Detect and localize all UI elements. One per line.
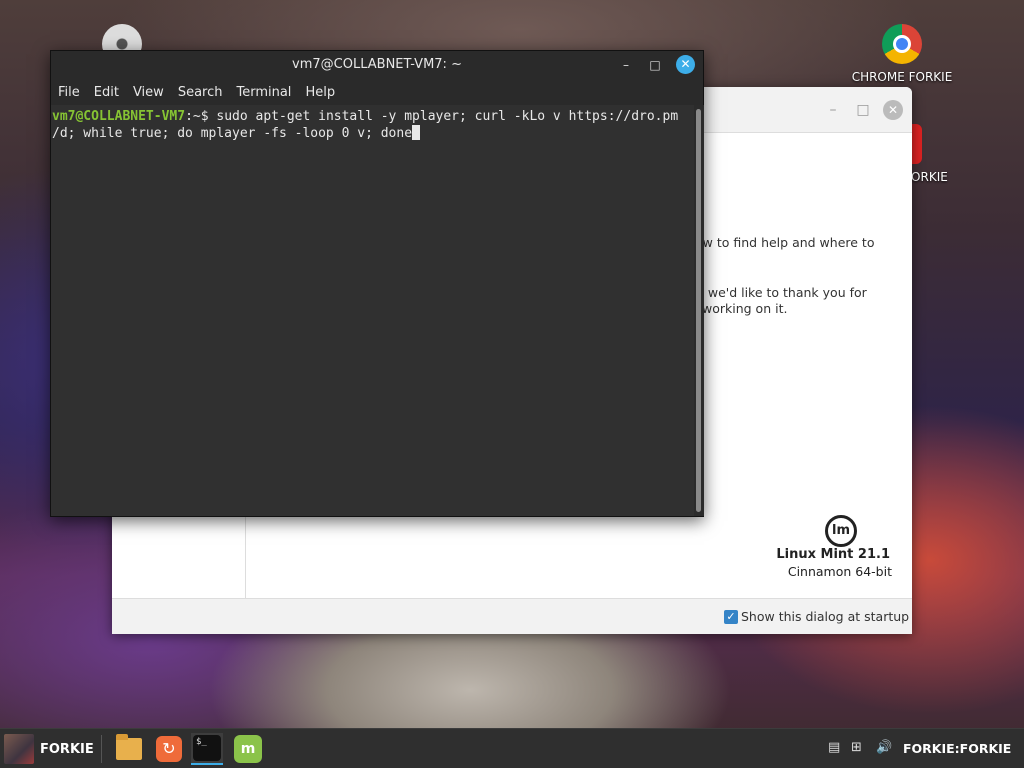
- files-launcher[interactable]: [113, 733, 145, 765]
- terminal-window: vm7@COLLABNET-VM7: ~ – □ ✕ File Edit Vie…: [50, 50, 704, 517]
- folder-icon: [116, 734, 142, 760]
- welcome-launcher[interactable]: m: [232, 733, 264, 765]
- network-icon[interactable]: ⊞: [851, 740, 862, 755]
- terminal-output[interactable]: vm7@COLLABNET-VM7:~$ sudo apt-get instal…: [51, 105, 694, 516]
- menu-search[interactable]: Search: [178, 79, 230, 105]
- welcome-text-thanks: t, we'd like to thank you for: [695, 285, 867, 300]
- menu-view[interactable]: View: [133, 79, 171, 105]
- update-icon: ↻: [156, 736, 182, 762]
- close-icon[interactable]: ✕: [676, 55, 695, 74]
- terminal-titlebar[interactable]: vm7@COLLABNET-VM7: ~ – □ ✕: [51, 51, 703, 79]
- startup-checkbox[interactable]: ✓: [724, 610, 738, 624]
- terminal-icon: $_: [193, 735, 221, 761]
- maximize-icon[interactable]: □: [647, 57, 663, 73]
- chrome-icon: [882, 24, 922, 64]
- terminal-line: /d; while true; do mplayer -fs -loop 0 v…: [52, 125, 694, 142]
- product-edition: Cinnamon 64-bit: [787, 564, 892, 579]
- command-text-continued: /d; while true; do mplayer -fs -loop 0 v…: [52, 126, 413, 141]
- window-title: vm7@COLLABNET-VM7: ~: [292, 57, 462, 72]
- welcome-text-thanks-2: working on it.: [702, 301, 788, 316]
- close-icon[interactable]: ✕: [883, 100, 903, 120]
- prompt-suffix: :~$: [185, 109, 217, 124]
- minimize-icon[interactable]: –: [618, 57, 634, 73]
- prompt-user: vm7@COLLABNET-VM7: [52, 109, 186, 124]
- user-applet[interactable]: FORKIE: [4, 734, 94, 764]
- startup-checkbox-label[interactable]: Show this dialog at startup: [741, 609, 909, 624]
- desktop-icon-label: CHROME FORKIE: [851, 70, 953, 84]
- user-label: FORKIE: [40, 741, 94, 757]
- update-manager-launcher[interactable]: ↻: [153, 733, 185, 765]
- terminal-menubar: File Edit View Search Terminal Help: [51, 79, 703, 105]
- menu-edit[interactable]: Edit: [94, 79, 126, 105]
- terminal-launcher[interactable]: $_: [191, 733, 223, 765]
- host-label: FORKIE:FORKIE: [903, 741, 1012, 756]
- notes-icon[interactable]: ▤: [828, 740, 840, 755]
- menu-help[interactable]: Help: [305, 79, 342, 105]
- desktop-icon-chrome[interactable]: CHROME FORKIE: [842, 24, 962, 84]
- taskbar: FORKIE ↻ $_ m ▤ ⊞ 🔊 FORKIE:FORKIE: [0, 728, 1024, 768]
- linux-mint-logo-icon: lm: [825, 515, 857, 547]
- scrollbar-thumb[interactable]: [696, 109, 701, 512]
- terminal-line: vm7@COLLABNET-VM7:~$ sudo apt-get instal…: [52, 108, 694, 125]
- command-text: sudo apt-get install -y mplayer; curl -k…: [216, 109, 679, 124]
- welcome-footer: ✓ Show this dialog at startup: [112, 598, 912, 634]
- volume-icon[interactable]: 🔊: [876, 740, 892, 755]
- welcome-text-help: ow to find help and where to: [695, 235, 875, 250]
- text-cursor: [412, 125, 421, 140]
- mint-icon: m: [234, 735, 262, 763]
- maximize-icon[interactable]: □: [854, 101, 872, 119]
- taskbar-divider: [101, 735, 102, 763]
- menu-file[interactable]: File: [58, 79, 87, 105]
- avatar: [4, 734, 34, 764]
- menu-terminal[interactable]: Terminal: [236, 79, 298, 105]
- minimize-icon[interactable]: –: [824, 101, 842, 119]
- product-name: Linux Mint 21.1: [776, 547, 890, 562]
- terminal-scrollbar[interactable]: [694, 105, 704, 516]
